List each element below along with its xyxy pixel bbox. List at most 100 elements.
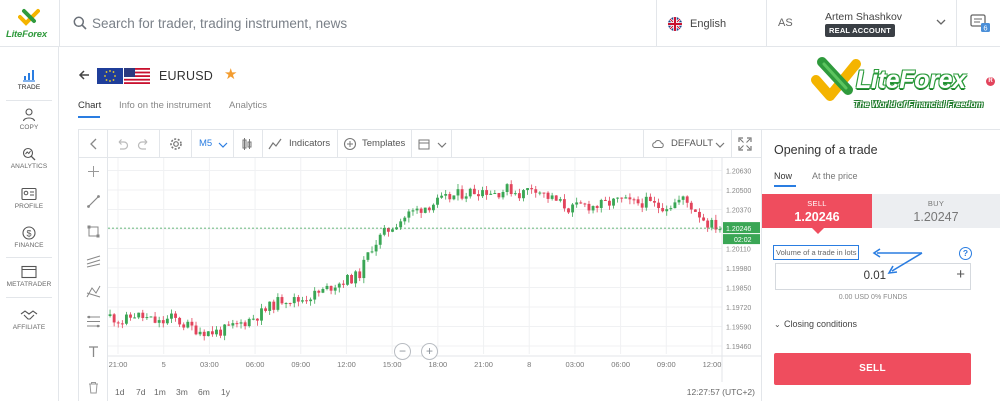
liteforex-logo[interactable]: LiteForex — [4, 8, 60, 40]
candle-body — [452, 195, 456, 200]
candle-body — [706, 220, 710, 228]
chevron-down-icon[interactable] — [216, 138, 230, 152]
candle-body — [386, 227, 390, 232]
account-type-badge: REAL ACCOUNT — [825, 24, 895, 37]
period-7d[interactable]: 7d — [136, 387, 145, 397]
tab-chart[interactable]: Chart — [78, 100, 101, 111]
sell-price-box[interactable]: SELL 1.20246 — [762, 194, 872, 228]
lot-volume-input[interactable]: 0.01 + — [775, 263, 971, 290]
sell-price: 1.20246 — [794, 210, 840, 224]
messages-icon[interactable]: 6 — [970, 13, 990, 33]
rectangle-tool-icon[interactable] — [86, 224, 101, 239]
sidebar-item-metatrader[interactable]: METATRADER — [0, 265, 58, 288]
candle-body — [587, 203, 591, 211]
y-tick-label: 1.20370 — [726, 208, 751, 215]
period-1m[interactable]: 1m — [154, 387, 166, 397]
undo-icon[interactable] — [115, 137, 129, 151]
candle-body — [448, 194, 452, 200]
active-tab-indicator — [774, 185, 796, 187]
buy-price-box[interactable]: BUY 1.20247 — [872, 194, 1000, 228]
tab-at-the-price[interactable]: At the price — [812, 171, 858, 181]
candle-body — [636, 199, 640, 204]
indicators-button[interactable]: Indicators — [289, 138, 330, 149]
candle-body — [280, 297, 284, 304]
zoom-out-button[interactable]: − — [394, 343, 411, 360]
candle-body — [296, 297, 300, 302]
liteforex-brand-logo: LiteForex R The World of Financial Freed… — [810, 52, 1000, 114]
closing-conditions-toggle[interactable]: ⌄ Closing conditions — [774, 319, 857, 329]
pitchfork-icon[interactable] — [86, 284, 101, 299]
help-icon[interactable]: ? — [959, 247, 972, 260]
sidebar-item-affiliate[interactable]: AFFILIATE — [0, 308, 58, 331]
candle-body — [370, 251, 374, 253]
brand-name: LiteForex — [856, 66, 966, 94]
favorite-star-icon[interactable]: ★ — [224, 67, 237, 82]
period-bar: 1d 7d 1m 3m 6m 1y 12:27:57 (UTC+2) — [108, 382, 761, 402]
funds-info: 0.00 USD 0% FUNDS — [838, 294, 908, 301]
templates-button[interactable]: Templates — [362, 138, 405, 149]
period-3m[interactable]: 3m — [176, 387, 188, 397]
candle-body — [186, 321, 190, 328]
candle-body — [665, 209, 669, 212]
sidebar-item-trade[interactable]: TRADE — [0, 68, 58, 91]
search-input[interactable] — [92, 12, 592, 34]
candle-body — [161, 320, 165, 324]
chevron-down-icon[interactable] — [713, 138, 727, 152]
period-6m[interactable]: 6m — [198, 387, 210, 397]
user-name[interactable]: Artem Shashkov — [825, 11, 902, 23]
zoom-in-button[interactable]: + — [421, 343, 438, 360]
candle-body — [538, 192, 542, 194]
candle-body — [558, 199, 562, 201]
chevron-down-icon[interactable] — [435, 138, 449, 152]
crosshair-icon[interactable] — [86, 164, 101, 179]
calendar-icon[interactable] — [417, 137, 431, 151]
candle-body — [710, 219, 714, 228]
candle-body — [153, 316, 157, 323]
period-1y[interactable]: 1y — [221, 387, 230, 397]
sidebar-item-profile[interactable]: PROFILE — [0, 187, 58, 210]
candle-body — [202, 331, 206, 337]
text-tool-icon[interactable] — [86, 344, 101, 359]
fullscreen-icon[interactable] — [738, 137, 752, 151]
cloud-icon[interactable] — [651, 137, 665, 151]
sidebar-item-label: METATRADER — [6, 281, 52, 288]
divider — [731, 130, 732, 158]
trash-icon[interactable] — [86, 380, 101, 395]
trend-line-icon[interactable] — [86, 194, 101, 209]
candle-body — [210, 331, 214, 335]
candle-body — [112, 314, 116, 323]
divider — [656, 0, 657, 46]
candle-body — [681, 196, 685, 200]
sidebar-item-finance[interactable]: $ FINANCE — [0, 226, 58, 249]
tab-info[interactable]: Info on the instrument — [119, 100, 211, 111]
sidebar-item-copy[interactable]: COPY — [0, 108, 58, 131]
chevron-down-icon[interactable] — [936, 18, 946, 26]
x-tick-label: 09:00 — [291, 360, 310, 369]
layout-selector[interactable]: DEFAULT — [671, 138, 713, 149]
candle-body — [419, 208, 423, 213]
settings-gear-icon[interactable] — [169, 137, 183, 151]
back-arrow-icon[interactable] — [78, 69, 90, 81]
lot-volume-value[interactable]: 0.01 — [776, 270, 886, 282]
user-initials[interactable]: AS — [778, 17, 793, 29]
sell-button[interactable]: SELL — [774, 353, 971, 385]
language-selector[interactable]: English — [668, 15, 726, 33]
indicators-icon[interactable] — [268, 137, 282, 151]
candle-body — [509, 184, 513, 195]
increase-volume-button[interactable]: + — [956, 267, 965, 282]
redo-icon[interactable] — [137, 137, 151, 151]
sidebar-item-analytics[interactable]: ANALYTICS — [0, 147, 58, 170]
fibonacci-icon[interactable] — [86, 314, 101, 329]
messages-count-badge: 6 — [983, 24, 987, 33]
collapse-left-icon[interactable] — [87, 137, 101, 151]
tab-now[interactable]: Now — [774, 171, 792, 181]
candle-body — [542, 192, 546, 194]
tab-analytics[interactable]: Analytics — [229, 100, 267, 111]
templates-icon[interactable] — [343, 137, 357, 151]
candle-body — [669, 208, 673, 210]
period-1d[interactable]: 1d — [115, 387, 124, 397]
sell-label: SELL — [807, 199, 827, 208]
channel-tool-icon[interactable] — [86, 254, 101, 269]
timeframe-selector[interactable]: M5 — [199, 138, 212, 149]
candle-type-icon[interactable] — [240, 137, 254, 151]
